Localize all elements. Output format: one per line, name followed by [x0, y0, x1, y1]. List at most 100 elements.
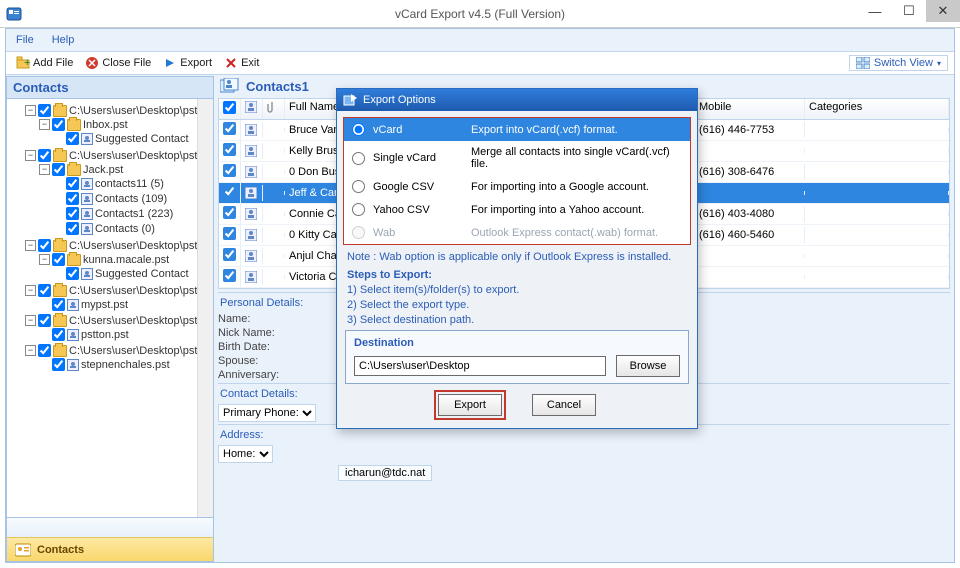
destination-input[interactable] [354, 356, 606, 376]
destination-group: Destination Browse [345, 330, 689, 384]
switch-view-button[interactable]: Switch View▾ [849, 55, 948, 71]
radio[interactable] [352, 123, 365, 136]
tree-checkbox[interactable] [52, 253, 65, 266]
radio[interactable] [352, 180, 365, 193]
export-option-google-csv[interactable]: Google CSVFor importing into a Google ac… [344, 175, 690, 198]
address-type-select[interactable]: Home: [218, 445, 273, 463]
collapse-icon[interactable]: − [25, 240, 36, 251]
tree-checkbox[interactable] [52, 163, 65, 176]
row-checkbox[interactable] [223, 206, 236, 219]
tree-checkbox[interactable] [52, 328, 65, 341]
tree-node[interactable]: Contacts1 (223) [53, 207, 211, 220]
tree-checkbox[interactable] [66, 267, 79, 280]
switch-view-label: Switch View [874, 57, 933, 69]
scrollbar[interactable] [197, 99, 213, 517]
col-checkbox[interactable] [219, 99, 241, 119]
minimize-button[interactable]: — [858, 0, 892, 22]
tree-checkbox[interactable] [52, 358, 65, 371]
folder-icon [53, 345, 67, 357]
row-checkbox[interactable] [223, 269, 236, 282]
menu-help[interactable]: Help [52, 34, 75, 46]
close-file-button[interactable]: Close File [79, 54, 157, 72]
tree-label: Suggested Contact [95, 133, 189, 145]
maximize-button[interactable]: ☐ [892, 0, 926, 22]
tree-label: contacts11 (5) [95, 178, 164, 190]
col-categories[interactable]: Categories [805, 99, 949, 119]
col-mobile[interactable]: Mobile [695, 99, 805, 119]
contact-icon [241, 248, 263, 264]
tree-checkbox[interactable] [66, 192, 79, 205]
tree-checkbox[interactable] [66, 132, 79, 145]
export-option-vcard[interactable]: vCardExport into vCard(.vcf) format. [344, 118, 690, 141]
tree-node[interactable]: Suggested Contact [53, 267, 211, 280]
tree-checkbox[interactable] [38, 284, 51, 297]
tree-checkbox[interactable] [38, 104, 51, 117]
add-file-button[interactable]: +Add File [10, 54, 79, 72]
collapse-icon[interactable]: − [25, 105, 36, 116]
row-checkbox[interactable] [223, 185, 236, 198]
close-button[interactable]: ✕ [926, 0, 960, 22]
sidebar-item-contacts[interactable]: Contacts [7, 537, 213, 561]
radio[interactable] [352, 203, 365, 216]
tree-checkbox[interactable] [66, 207, 79, 220]
row-checkbox[interactable] [223, 227, 236, 240]
tree-node[interactable]: −Jack.pst [39, 163, 211, 176]
export-option-yahoo-csv[interactable]: Yahoo CSVFor importing into a Yahoo acco… [344, 198, 690, 221]
contacts-card-icon [220, 78, 240, 94]
contact-icon [241, 269, 263, 285]
tree-checkbox[interactable] [66, 222, 79, 235]
tree-node[interactable]: − C:\Users\user\Desktop\pst [25, 149, 211, 162]
tree-checkbox[interactable] [52, 298, 65, 311]
primary-phone-select[interactable]: Primary Phone: [218, 404, 316, 422]
collapse-icon[interactable]: − [25, 285, 36, 296]
collapse-icon[interactable]: − [25, 150, 36, 161]
menu-file[interactable]: File [16, 34, 34, 46]
tree-node[interactable]: Suggested Contact [53, 132, 211, 145]
tree-label: C:\Users\user\Desktop\pst [69, 150, 197, 162]
tree-checkbox[interactable] [38, 239, 51, 252]
tree-checkbox[interactable] [66, 177, 79, 190]
tree-node[interactable]: pstton.pst [39, 328, 211, 341]
sidebar-header: Contacts [6, 76, 214, 99]
tree-node[interactable]: −C:\Users\user\Desktop\pst [25, 284, 211, 297]
browse-button[interactable]: Browse [616, 355, 680, 377]
tree-checkbox[interactable] [38, 314, 51, 327]
tree-node[interactable]: −C:\Users\user\Desktop\pst [25, 104, 211, 117]
tree-node[interactable]: contacts11 (5) [53, 177, 211, 190]
tree-checkbox[interactable] [52, 118, 65, 131]
folder-tree[interactable]: − C:\Users\user\Desktop\pst −Inbox.pst Sugg… [6, 99, 214, 518]
tree-checkbox[interactable] [38, 344, 51, 357]
export-submit-button[interactable]: Export [438, 394, 502, 416]
tree-node[interactable]: Contacts (0) [53, 222, 211, 235]
tree-node[interactable]: stepnenchales.pst [39, 358, 211, 371]
menubar: File Help [6, 29, 954, 51]
tree-node[interactable]: −C:\Users\user\Desktop\pst [25, 239, 211, 252]
collapse-icon[interactable]: − [39, 254, 50, 265]
tree-node[interactable]: −C:\Users\user\Desktop\pst [25, 314, 211, 327]
radio[interactable] [352, 152, 365, 165]
collapse-icon[interactable]: − [25, 345, 36, 356]
option-name: vCard [373, 124, 463, 136]
export-button[interactable]: Export [157, 54, 218, 72]
tree-checkbox[interactable] [38, 149, 51, 162]
row-checkbox[interactable] [223, 143, 236, 156]
cancel-button[interactable]: Cancel [532, 394, 596, 416]
tree-node[interactable]: Contacts (109) [53, 192, 211, 205]
collapse-icon[interactable]: − [39, 119, 50, 130]
collapse-icon[interactable]: − [39, 164, 50, 175]
collapse-icon[interactable]: − [25, 315, 36, 326]
tree-node[interactable]: −Inbox.pst [39, 118, 211, 131]
export-option-single-vcard[interactable]: Single vCardMerge all contacts into sing… [344, 141, 690, 175]
row-checkbox[interactable] [223, 248, 236, 261]
tree-node[interactable]: mypst.pst [39, 298, 211, 311]
tab-contacts1[interactable]: Contacts1 [246, 79, 309, 94]
row-checkbox[interactable] [223, 122, 236, 135]
dialog-title-text: Export Options [363, 94, 436, 106]
exit-button[interactable]: Exit [218, 54, 265, 72]
tree-node[interactable]: −C:\Users\user\Desktop\pst [25, 344, 211, 357]
attachment-cell [263, 128, 285, 132]
contact-icon [241, 227, 263, 243]
row-checkbox[interactable] [223, 164, 236, 177]
sidebar-contacts-label: Contacts [37, 544, 84, 556]
tree-node[interactable]: −kunna.macale.pst [39, 253, 211, 266]
